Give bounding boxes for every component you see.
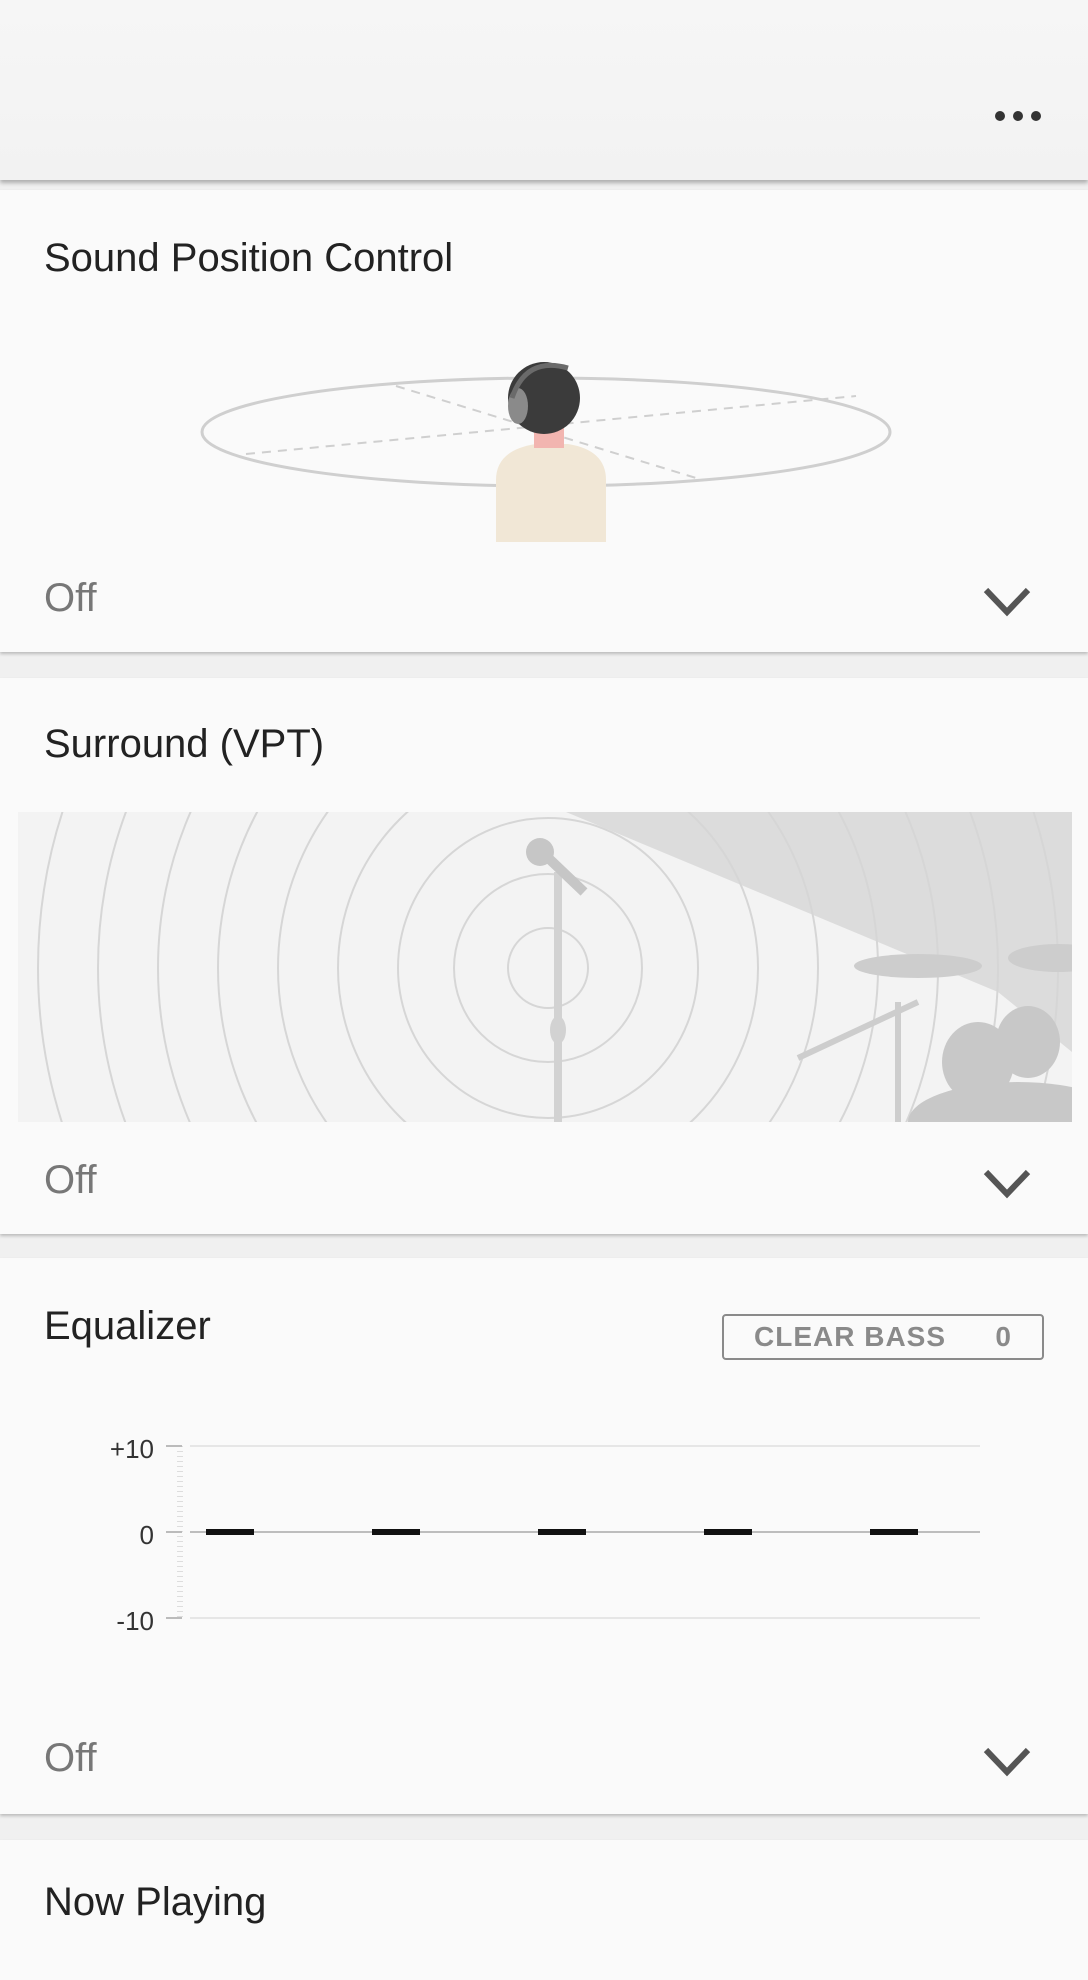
- clear-bass-button[interactable]: CLEAR BASS 0: [722, 1314, 1044, 1360]
- clear-bass-label: CLEAR BASS: [754, 1321, 947, 1352]
- card-title: Now Playing: [44, 1880, 267, 1924]
- card-title: Surround (VPT): [44, 722, 325, 766]
- equalizer-card: Equalizer CLEAR BASS 0 +10 0 -10 Off: [0, 1258, 1088, 1814]
- sound-position-illustration: [196, 350, 896, 542]
- eq-y-label-bottom: -10: [116, 1606, 154, 1636]
- surround-illustration: [18, 812, 1072, 1122]
- chevron-down-icon[interactable]: [982, 1164, 1032, 1204]
- more-options-icon[interactable]: [992, 98, 1048, 138]
- card-title: Sound Position Control: [44, 236, 454, 280]
- app-header: [0, 0, 1088, 180]
- card-title: Equalizer: [44, 1304, 211, 1348]
- eq-y-label-mid: 0: [139, 1520, 154, 1550]
- equalizer-chart: [160, 1428, 984, 1628]
- chevron-down-icon[interactable]: [982, 1742, 1032, 1782]
- surround-card: Surround (VPT) Off: [0, 678, 1088, 1234]
- eq-y-label-top: +10: [109, 1434, 154, 1464]
- sound-position-status: Off: [44, 576, 97, 620]
- clear-bass-value: 0: [995, 1321, 1012, 1352]
- now-playing-card: Now Playing: [0, 1840, 1088, 1980]
- surround-status: Off: [44, 1158, 97, 1202]
- equalizer-status: Off: [44, 1736, 97, 1780]
- chevron-down-icon[interactable]: [982, 582, 1032, 622]
- sound-position-card: Sound Position Control Off: [0, 190, 1088, 652]
